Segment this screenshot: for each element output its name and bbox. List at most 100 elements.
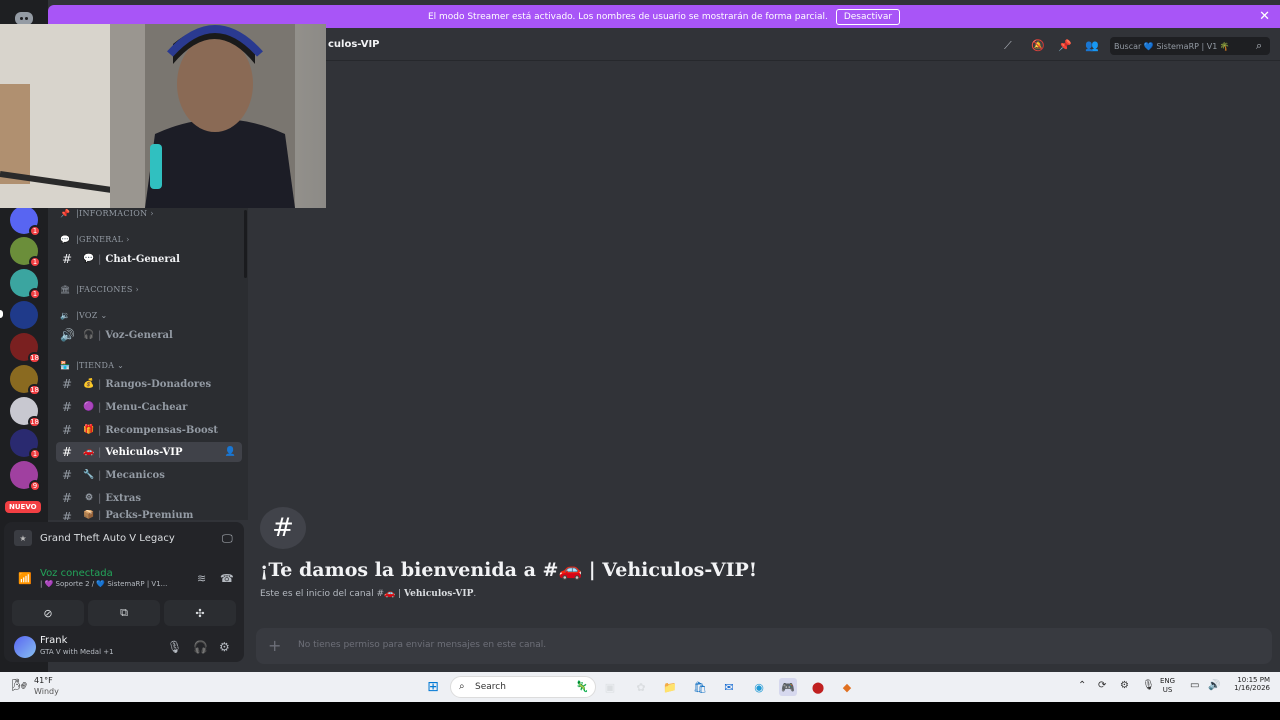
channel-label: Mecanicos: [105, 469, 165, 481]
channel-emoji: 💰: [83, 379, 95, 389]
activities-icon: ✣: [195, 606, 205, 620]
activities-button[interactable]: ✣: [164, 600, 236, 626]
taskbar-search[interactable]: ⌕ Search 🦎: [450, 676, 596, 698]
speaker-icon: 🔊: [60, 328, 75, 342]
server-icon[interactable]: 9: [10, 461, 41, 492]
channel-header: culos-VIP ⟋ 🔕 📌 👥 Buscar 💙 SistemaRP | V…: [248, 36, 1280, 56]
channel-emoji: 📦: [83, 510, 95, 520]
channel-menu-cachear[interactable]: # 🟣 | Menu-Cachear: [56, 397, 242, 417]
mute-icon[interactable]: 🔕: [1031, 39, 1045, 52]
server-icon[interactable]: 1: [10, 269, 41, 300]
channel-vehiculos-vip[interactable]: # 🚗 | Vehiculos-VIP 👤: [56, 442, 242, 462]
tray-app-icon[interactable]: ⟳: [1098, 680, 1106, 691]
new-badge: NUEVO: [5, 501, 41, 513]
channel-label: Packs-Premium: [105, 510, 194, 520]
channel-title: culos-VIP: [328, 39, 380, 50]
clock[interactable]: 10:15 PM 1/16/2026: [1228, 676, 1270, 692]
server-icon[interactable]: 1: [10, 429, 41, 460]
channel-mecanicos[interactable]: # 🔧 | Mecanicos: [56, 465, 242, 485]
file-explorer-icon[interactable]: 📁: [661, 678, 679, 696]
channel-label: Vehiculos-VIP: [105, 446, 183, 458]
camera-off-icon: ⊘: [43, 606, 53, 620]
members-icon[interactable]: 👥: [1085, 39, 1099, 52]
windows-start-icon[interactable]: ⊞: [424, 678, 442, 696]
channel-chat-general[interactable]: # 💬 | Chat-General: [56, 249, 242, 269]
volume-icon[interactable]: 🔊: [1208, 680, 1220, 691]
activity-game[interactable]: ★ Grand Theft Auto V Legacy: [14, 530, 175, 546]
time: 10:15 PM: [1237, 676, 1270, 684]
channel-rangos-donadores[interactable]: # 💰 | Rangos-Donadores: [56, 374, 242, 394]
channel-scrollbar[interactable]: [244, 210, 247, 278]
channel-emoji: 🎁: [83, 425, 95, 435]
temperature: 41°F: [34, 676, 53, 685]
chevron-up-icon[interactable]: ⌃: [1078, 680, 1086, 691]
add-member-icon[interactable]: 👤: [225, 447, 236, 457]
server-icon[interactable]: 18: [10, 397, 41, 428]
server-icon[interactable]: [10, 301, 38, 329]
channel-label: Chat-General: [105, 253, 180, 265]
category-facciones[interactable]: 🏛 | FACCIONES ›: [60, 285, 139, 294]
app-icon[interactable]: ⬤: [809, 678, 827, 696]
tray-mic-icon[interactable]: 🎙: [1142, 680, 1155, 691]
signal-icon: 📶: [18, 572, 32, 585]
outlook-icon[interactable]: ✉: [720, 678, 738, 696]
category-informacion[interactable]: 📌 | INFORMACION ›: [60, 209, 154, 218]
channel-label: Rangos-Donadores: [105, 378, 212, 390]
weather-icon: 🌬: [12, 678, 28, 692]
game-icon: ★: [14, 530, 32, 546]
soundboard-icon[interactable]: ≋: [197, 572, 206, 585]
channel-label: Voz-General: [105, 329, 173, 341]
gear-icon[interactable]: ⚙: [219, 640, 230, 654]
threads-icon[interactable]: ⟋: [1004, 39, 1012, 53]
channel-recompensas-boost[interactable]: # 🎁 | Recompensas-Boost: [56, 420, 242, 440]
channel-emoji: ⚙: [84, 493, 94, 503]
channel-voz-general[interactable]: 🔊 🎧 | Voz-General: [56, 325, 242, 345]
channel-packs-premium[interactable]: # 📦 | Packs-Premium: [56, 510, 242, 520]
task-view-icon[interactable]: ▣: [601, 678, 619, 696]
windows-taskbar: 🌬 41°F Windy ⊞ ⌕ Search 🦎 ▣ ✿ 📁 🛍 ✉ ◉ 🎮 …: [0, 672, 1280, 702]
discord-taskbar-icon[interactable]: 🎮: [779, 678, 797, 696]
headphones-icon[interactable]: 🎧: [193, 640, 208, 654]
camera-button[interactable]: ⊘: [12, 600, 84, 626]
channel-emoji: 🚗: [83, 447, 95, 457]
channel-label: Recompensas-Boost: [105, 424, 218, 436]
streamer-image: [145, 24, 295, 208]
search-placeholder: Buscar 💙 SistemaRP | V1 🌴: [1114, 41, 1230, 51]
search-icon[interactable]: ⌕: [1256, 39, 1262, 53]
edge-icon[interactable]: ◉: [750, 678, 768, 696]
server-icon[interactable]: 1: [10, 206, 41, 237]
store-icon[interactable]: 🛍: [691, 678, 709, 696]
composer-placeholder: No tienes permiso para enviar mensajes e…: [298, 640, 547, 650]
hash-icon: #: [61, 377, 73, 391]
discord-window: El modo Streamer está activado. Los nomb…: [0, 0, 1280, 672]
plus-icon[interactable]: +: [268, 636, 281, 655]
copilot-icon[interactable]: ✿: [632, 678, 650, 696]
search-input[interactable]: Buscar 💙 SistemaRP | V1 🌴: [1110, 37, 1270, 55]
pin-icon[interactable]: 📌: [1058, 39, 1072, 52]
app-icon-2[interactable]: ◆: [838, 678, 856, 696]
welcome-title: ¡Te damos la bienvenida a #🚗 | Vehiculos…: [260, 559, 758, 581]
hash-icon: #: [61, 510, 73, 520]
voice-connected-label[interactable]: Voz conectada: [40, 568, 113, 579]
microphone-icon[interactable]: 🎙: [167, 640, 182, 654]
voice-channel-label: | 💜 Soporte 2 / 💙 SistemaRP | V1...: [40, 580, 168, 588]
server-icon[interactable]: 18: [10, 365, 41, 396]
tray-network-icon[interactable]: ⚙: [1120, 680, 1129, 691]
search-highlight-icon: 🦎: [575, 680, 589, 693]
close-icon[interactable]: ✕: [1259, 9, 1270, 24]
server-icon[interactable]: 1: [10, 237, 41, 268]
deactivate-button[interactable]: Desactivar: [835, 8, 901, 25]
avatar[interactable]: [14, 636, 36, 658]
category-general[interactable]: 💬 | GENERAL ›: [60, 235, 130, 244]
webcam-overlay: [0, 24, 326, 208]
screen-share-button[interactable]: ⧉: [88, 600, 160, 626]
display-icon[interactable]: ▭: [1190, 680, 1199, 691]
category-voz[interactable]: 🔉 | VOZ ⌄: [60, 311, 108, 320]
monitor-icon[interactable]: 🖵: [222, 532, 233, 546]
message-composer[interactable]: + No tienes permiso para enviar mensajes…: [256, 628, 1272, 664]
category-tienda[interactable]: 🏪 | TIENDA ⌄: [60, 361, 124, 370]
disconnect-icon[interactable]: ☎: [220, 572, 234, 585]
language-indicator[interactable]: ENG US: [1160, 677, 1175, 695]
channel-extras[interactable]: # ⚙ | Extras: [56, 488, 242, 508]
server-icon[interactable]: 18: [10, 333, 41, 364]
